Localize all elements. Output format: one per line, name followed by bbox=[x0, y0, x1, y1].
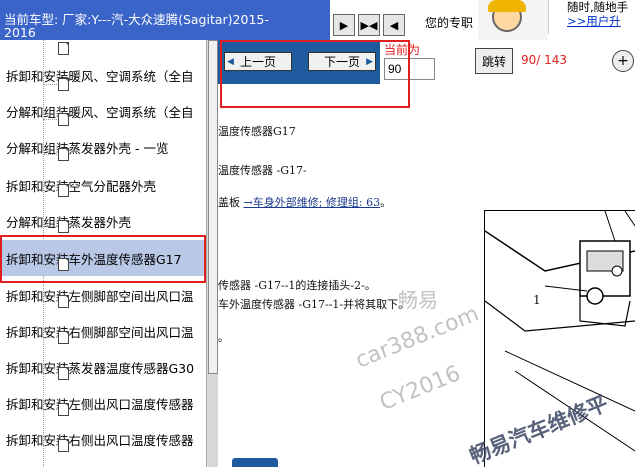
model-line-1: 当前车型: 厂家:Y---汽-大众速腾(Sagitar)2015- bbox=[4, 12, 269, 27]
document-icon bbox=[58, 403, 69, 416]
tree-item[interactable]: 分解和组装暖风、空调系统（全自 bbox=[0, 96, 206, 130]
tree-item[interactable]: 拆卸和安装左侧出风口温度传感器 bbox=[0, 386, 206, 420]
tree-dots bbox=[43, 119, 57, 120]
play-right-icon[interactable]: ▶ bbox=[333, 14, 355, 36]
tree-item-label: 分解和组装暖风、空调系统（全自 bbox=[6, 105, 194, 120]
tree-scrollbar[interactable] bbox=[206, 40, 218, 467]
document-icon bbox=[58, 78, 69, 91]
your-pro-text: 您的专职 bbox=[425, 16, 474, 30]
tree-dots bbox=[43, 409, 57, 410]
tree-item[interactable]: 拆卸和安装暖风、空调系统（全自 bbox=[0, 60, 206, 94]
goto-button[interactable]: 跳转 bbox=[475, 48, 513, 74]
document-icon bbox=[58, 184, 69, 197]
tree-dots bbox=[43, 301, 57, 302]
mascot-hat-icon bbox=[488, 0, 526, 12]
zoom-in-icon[interactable]: + bbox=[612, 50, 634, 72]
doc-heading: 温度传感器G17 bbox=[218, 125, 296, 138]
tree-dots bbox=[43, 84, 57, 85]
tree-dots bbox=[43, 154, 57, 155]
highlight-box-tree bbox=[0, 235, 206, 283]
document-icon bbox=[58, 42, 69, 55]
model-line-2: 2016 bbox=[4, 25, 36, 40]
top-banner: 当前车型: 厂家:Y---汽-大众速腾(Sagitar)2015- 2016 ▶… bbox=[0, 0, 635, 40]
document-icon bbox=[58, 295, 69, 308]
tree-item-label: 拆卸和安装右侧出风口温度传感器 bbox=[6, 433, 194, 448]
document-icon bbox=[58, 367, 69, 380]
promo-text: 随时,随地手 bbox=[567, 0, 629, 14]
doc-text-line: 车外温度传感器 -G17--1-并将其取下。 bbox=[218, 298, 410, 311]
tree-item-label: 拆卸和安装空气分配器外壳 bbox=[6, 179, 157, 194]
tree-item-label: 拆卸和安装左侧脚部空间出风口温 bbox=[6, 289, 194, 304]
body-repair-link[interactable]: →车身外部维修; 修理组: 63 bbox=[244, 196, 381, 209]
tree-item-label: 拆卸和安装蒸发器温度传感器G30 bbox=[6, 361, 195, 376]
doc-text-suffix: 。 bbox=[380, 196, 392, 209]
tree-item[interactable]: 拆卸和安装蒸发器温度传感器G30 bbox=[0, 350, 206, 384]
document-icon bbox=[58, 331, 69, 344]
tree-item[interactable]: 拆卸和安装右侧脚部空间出风口温 bbox=[0, 314, 206, 348]
tree-item[interactable]: 拆卸和安装右侧出风口温度传感器 bbox=[0, 422, 206, 456]
document-icon bbox=[58, 220, 69, 233]
callout-number: 1 bbox=[533, 293, 541, 307]
tree-item-label: 分解和组装蒸发器外壳 - 一览 bbox=[6, 141, 169, 156]
document-icon bbox=[58, 113, 69, 126]
upgrade-link[interactable]: >>用户升 bbox=[567, 14, 621, 28]
tree-dots bbox=[43, 445, 57, 446]
play-left-icon[interactable]: ◀ bbox=[383, 14, 405, 36]
current-model-info: 当前车型: 厂家:Y---汽-大众速腾(Sagitar)2015- 2016 bbox=[0, 0, 330, 40]
tree-item[interactable]: 拆卸和安装空气分配器外壳 bbox=[0, 168, 206, 202]
mascot-image bbox=[478, 0, 548, 40]
tree-item[interactable]: 分解和组装蒸发器外壳 bbox=[0, 204, 206, 238]
doc-text-prefix: 盖板 bbox=[218, 196, 244, 209]
toolbar-icons: ▶ ▶◀ ◀ bbox=[333, 14, 405, 36]
doc-text-line: 传感器 -G17--1的连接插头-2-。 bbox=[218, 279, 376, 292]
tree-item-label: 拆卸和安装右侧脚部空间出风口温 bbox=[6, 325, 194, 340]
tree-item-label: 拆卸和安装左侧出风口温度传感器 bbox=[6, 397, 194, 412]
promo-box: 随时,随地手 >>用户升 bbox=[548, 0, 635, 34]
tree-item-label: 拆卸和安装暖风、空调系统（全自 bbox=[6, 69, 194, 84]
tree-dots bbox=[43, 226, 57, 227]
watermark-text: 畅易 bbox=[398, 288, 438, 312]
doc-text-line: 盖板 →车身外部维修; 修理组: 63。 bbox=[218, 194, 391, 210]
document-icon bbox=[58, 439, 69, 452]
bottom-tab-button[interactable] bbox=[232, 458, 278, 467]
document-icon bbox=[58, 148, 69, 161]
tree-dots bbox=[43, 337, 57, 338]
tree-item[interactable]: 拆卸和安装左侧脚部空间出风口温 bbox=[0, 278, 206, 312]
scrollbar-thumb[interactable] bbox=[208, 40, 218, 374]
doc-text-line: 。 bbox=[218, 331, 229, 344]
tree-dots bbox=[43, 190, 57, 191]
page-count: 90/ 143 bbox=[521, 53, 568, 67]
doc-text-line: 温度传感器 -G17- bbox=[218, 164, 307, 177]
tree-dots bbox=[43, 373, 57, 374]
expand-icon[interactable]: ▶◀ bbox=[358, 14, 380, 36]
highlight-box-nav bbox=[220, 40, 410, 108]
tree-item[interactable]: 分解和组装蒸发器外壳 - 一览 bbox=[0, 132, 206, 166]
